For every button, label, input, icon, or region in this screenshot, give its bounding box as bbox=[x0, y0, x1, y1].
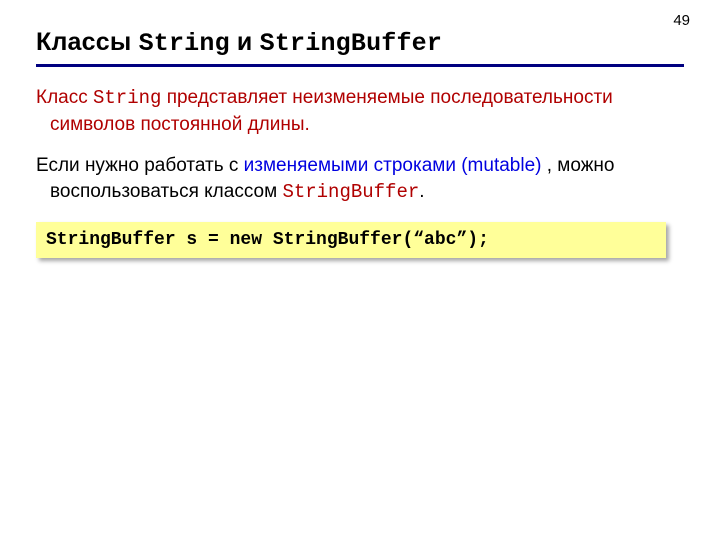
slide: 49 Классы String и StringBuffer Класс St… bbox=[0, 0, 720, 540]
title-code-string: String bbox=[139, 29, 230, 58]
p2-t3: . bbox=[419, 181, 424, 202]
title-underline bbox=[36, 64, 684, 67]
page-number: 49 bbox=[673, 12, 690, 29]
title-text-prefix: Классы bbox=[36, 28, 139, 56]
title-code-stringbuffer: StringBuffer bbox=[260, 29, 442, 58]
paragraph-stringbuffer-description: Если нужно работать с изменяемыми строка… bbox=[36, 153, 684, 205]
p2-code: StringBuffer bbox=[282, 181, 419, 203]
code-example-container: StringBuffer s = new StringBuffer(“abc”)… bbox=[36, 222, 684, 258]
p2-t1: Если нужно работать с bbox=[36, 155, 244, 176]
p1-code: String bbox=[93, 87, 161, 109]
slide-title: Классы String и StringBuffer bbox=[36, 28, 684, 58]
p2-mutable: изменяемыми строками (mutable) bbox=[244, 155, 542, 176]
code-example: StringBuffer s = new StringBuffer(“abc”)… bbox=[36, 222, 666, 258]
p1-t1: Класс bbox=[36, 87, 93, 108]
paragraph-string-description: Класс String представляет неизменяемые п… bbox=[36, 85, 684, 137]
title-text-mid: и bbox=[230, 28, 260, 56]
